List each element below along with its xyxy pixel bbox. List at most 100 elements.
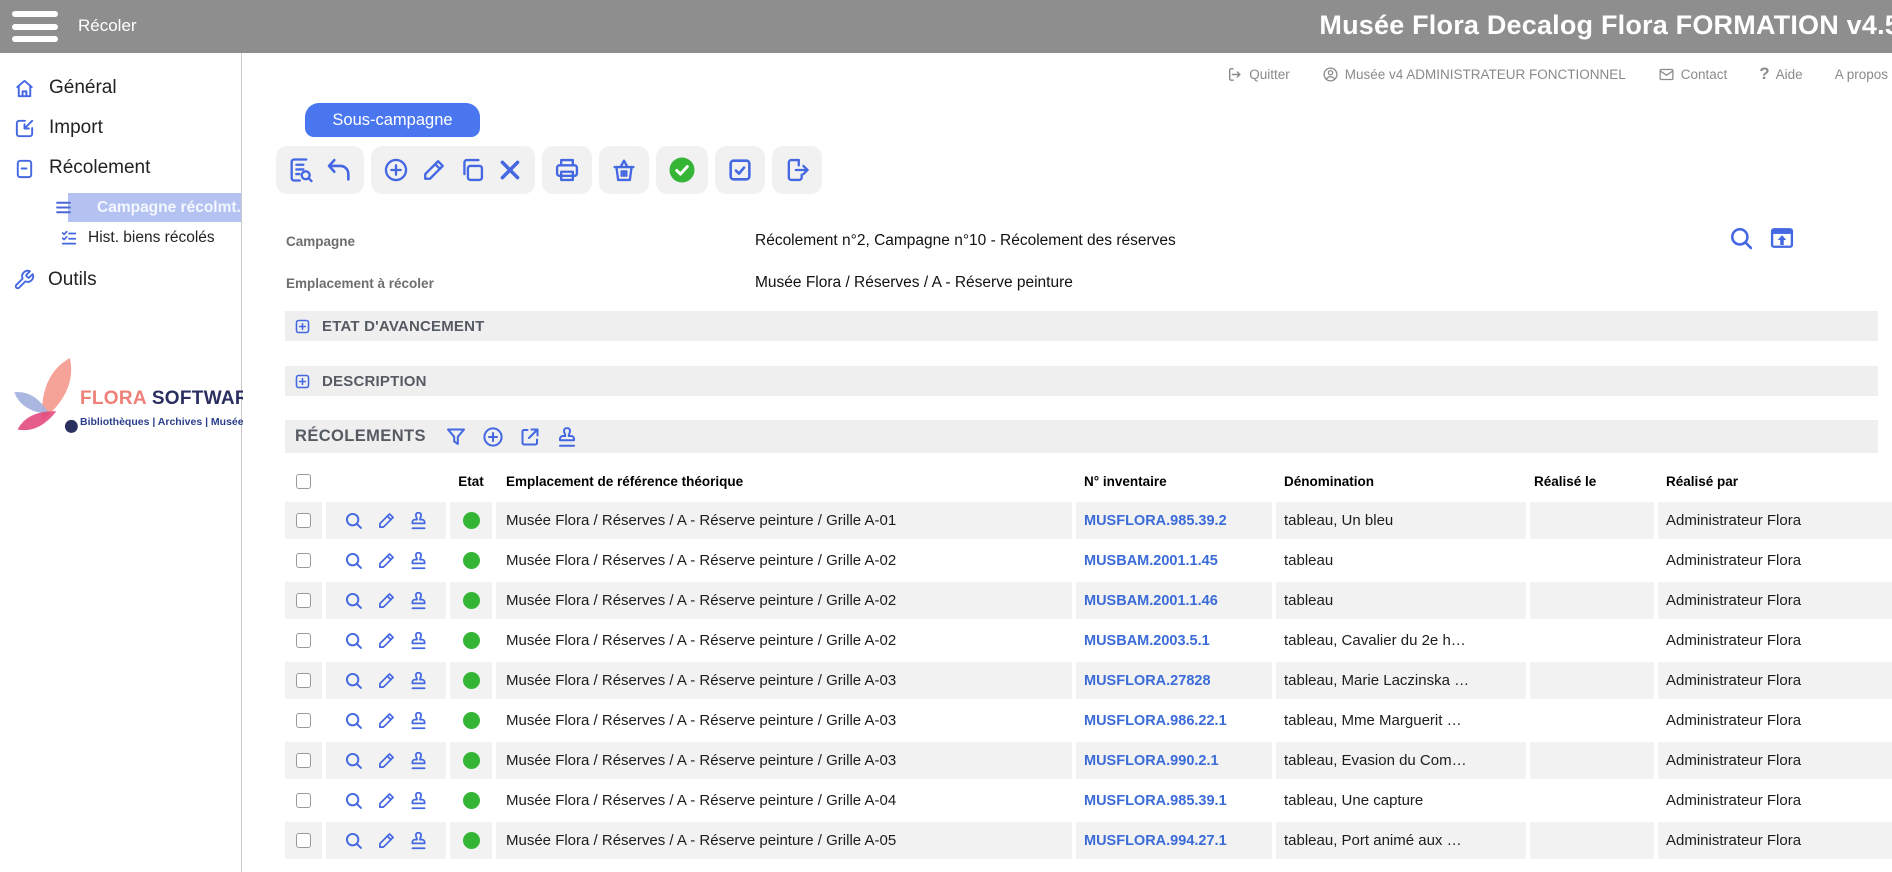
row-checkbox[interactable] (296, 553, 311, 568)
filter-icon[interactable] (444, 425, 468, 449)
row-view-icon[interactable] (343, 670, 364, 691)
quitter-link[interactable]: Quitter (1226, 66, 1290, 83)
inventory-link[interactable]: MUSFLORA.990.2.1 (1084, 753, 1219, 769)
list-search-icon[interactable] (287, 156, 315, 184)
select-all-checkbox[interactable] (296, 474, 311, 489)
validate-button[interactable] (656, 146, 708, 194)
section-description[interactable]: DESCRIPTION (285, 366, 1878, 396)
inventory-link[interactable]: MUSFLORA.27828 (1084, 673, 1211, 689)
row-edit-icon[interactable] (376, 630, 397, 651)
edit-icon[interactable] (420, 156, 448, 184)
row-stamp-icon[interactable] (408, 790, 429, 811)
basket-button[interactable] (599, 146, 649, 194)
cell-realise-le (1530, 622, 1654, 659)
undo-icon[interactable] (325, 156, 353, 184)
row-edit-icon[interactable] (376, 550, 397, 571)
export-button[interactable] (772, 146, 822, 194)
row-checkbox[interactable] (296, 753, 311, 768)
inventory-link[interactable]: MUSBAM.2001.1.46 (1084, 593, 1218, 609)
sidebar-item-recolement[interactable]: Récolement (0, 148, 241, 188)
list-lines-icon (54, 198, 73, 217)
print-button[interactable] (542, 146, 592, 194)
row-stamp-icon[interactable] (408, 550, 429, 571)
external-link-icon[interactable] (518, 425, 542, 449)
row-view-icon[interactable] (343, 710, 364, 731)
printer-icon (553, 156, 581, 184)
expand-icon[interactable] (294, 318, 311, 335)
row-checkbox[interactable] (296, 593, 311, 608)
table-row: Musée Flora / Réserves / A - Réserve pei… (285, 742, 1892, 779)
row-checkbox[interactable] (296, 673, 311, 688)
cell-emplacement: Musée Flora / Réserves / A - Réserve pei… (496, 622, 1072, 659)
inventory-link[interactable]: MUSFLORA.986.22.1 (1084, 713, 1227, 729)
contact-link[interactable]: Contact (1658, 66, 1728, 83)
cell-denomination: tableau, Evasion du Com… (1276, 742, 1526, 779)
copy-icon[interactable] (458, 156, 486, 184)
row-checkbox[interactable] (296, 633, 311, 648)
expand-icon[interactable] (294, 373, 311, 390)
stamp-icon[interactable] (555, 425, 579, 449)
module-label: Récoler (78, 16, 137, 36)
table-row: Musée Flora / Réserves / A - Réserve pei… (285, 822, 1892, 859)
row-edit-icon[interactable] (376, 830, 397, 851)
row-stamp-icon[interactable] (408, 510, 429, 531)
sidebar-item-hist-biens-recoles[interactable]: Hist. biens récolés (0, 224, 241, 252)
sidebar-item-general[interactable]: Général (0, 68, 241, 108)
apropos-link[interactable]: A propos (1835, 67, 1888, 82)
mail-icon (1658, 66, 1675, 83)
aide-link[interactable]: ? Aide (1759, 64, 1802, 84)
row-view-icon[interactable] (343, 550, 364, 571)
cell-realise-par: Administrateur Flora (1658, 702, 1892, 739)
row-view-icon[interactable] (343, 510, 364, 531)
inventory-link[interactable]: MUSBAM.2003.5.1 (1084, 633, 1210, 649)
header-etat: Etat (450, 463, 492, 499)
row-stamp-icon[interactable] (408, 750, 429, 771)
row-stamp-icon[interactable] (408, 670, 429, 691)
inventory-link[interactable]: MUSBAM.2001.1.45 (1084, 553, 1218, 569)
cell-emplacement: Musée Flora / Réserves / A - Réserve pei… (496, 662, 1072, 699)
delete-icon[interactable] (496, 156, 524, 184)
row-view-icon[interactable] (343, 630, 364, 651)
sidebar-item-campagne-recolmt[interactable]: Campagne récolmt. (68, 193, 241, 222)
cell-emplacement: Musée Flora / Réserves / A - Réserve pei… (496, 502, 1072, 539)
add-recolement-icon[interactable] (481, 425, 505, 449)
row-checkbox[interactable] (296, 513, 311, 528)
status-dot (463, 632, 480, 649)
bin-icon (13, 157, 36, 180)
inventory-link[interactable]: MUSFLORA.985.39.1 (1084, 793, 1227, 809)
row-edit-icon[interactable] (376, 750, 397, 771)
search-campagne-icon[interactable] (1727, 224, 1755, 252)
section-etat-avancement[interactable]: ETAT D'AVANCEMENT (285, 311, 1878, 341)
row-view-icon[interactable] (343, 750, 364, 771)
row-checkbox[interactable] (296, 713, 311, 728)
row-view-icon[interactable] (343, 830, 364, 851)
row-view-icon[interactable] (343, 590, 364, 611)
user-account[interactable]: Musée v4 ADMINISTRATEUR FONCTIONNEL (1322, 66, 1626, 83)
row-view-icon[interactable] (343, 790, 364, 811)
row-edit-icon[interactable] (376, 590, 397, 611)
header-denomination: Dénomination (1276, 463, 1526, 499)
row-stamp-icon[interactable] (408, 710, 429, 731)
inventory-link[interactable]: MUSFLORA.994.27.1 (1084, 833, 1227, 849)
row-stamp-icon[interactable] (408, 830, 429, 851)
row-checkbox[interactable] (296, 793, 311, 808)
cell-emplacement: Musée Flora / Réserves / A - Réserve pei… (496, 582, 1072, 619)
row-stamp-icon[interactable] (408, 630, 429, 651)
open-window-icon[interactable] (1768, 224, 1796, 252)
sidebar-item-outils[interactable]: Outils (0, 260, 241, 300)
row-edit-icon[interactable] (376, 670, 397, 691)
row-stamp-icon[interactable] (408, 590, 429, 611)
row-edit-icon[interactable] (376, 510, 397, 531)
row-checkbox[interactable] (296, 833, 311, 848)
home-icon (13, 77, 36, 100)
tab-sous-campagne[interactable]: Sous-campagne (305, 103, 480, 137)
row-edit-icon[interactable] (376, 710, 397, 731)
row-edit-icon[interactable] (376, 790, 397, 811)
toolbar (276, 146, 822, 194)
select-button[interactable] (715, 146, 765, 194)
status-dot (463, 792, 480, 809)
inventory-link[interactable]: MUSFLORA.985.39.2 (1084, 513, 1227, 529)
add-icon[interactable] (382, 156, 410, 184)
hamburger-menu-icon[interactable] (12, 11, 58, 42)
sidebar-item-import[interactable]: Import (0, 108, 241, 148)
